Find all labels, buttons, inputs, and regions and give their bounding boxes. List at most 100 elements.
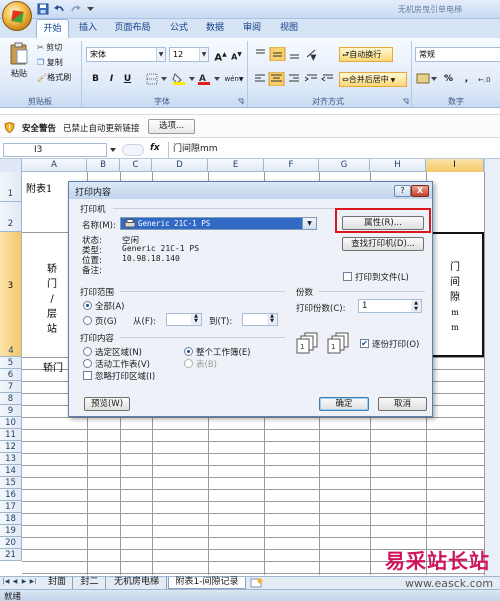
font-color-icon[interactable]: A [197, 72, 221, 85]
row-header-8[interactable]: 8 [0, 393, 22, 405]
redo-icon[interactable] [70, 3, 82, 15]
increase-decimal-icon[interactable]: ←.0 [478, 73, 500, 85]
copies-spinner-icon[interactable]: ▲ ▼ [411, 300, 421, 312]
row-header-7[interactable]: 7 [0, 381, 22, 393]
paste-button[interactable]: 粘贴 [6, 42, 32, 92]
italic-button[interactable]: I [104, 72, 119, 86]
row-header-15[interactable]: 15 [0, 477, 22, 489]
column-header-e[interactable]: E [208, 159, 264, 172]
customize-qat-icon[interactable] [86, 3, 95, 15]
cut-button[interactable]: ✂ 剪切 [37, 42, 62, 53]
prev-sheet-icon[interactable]: ◀ [11, 578, 19, 587]
from-spinner-icon[interactable]: ▲ ▼ [191, 314, 201, 325]
tab-view[interactable]: 视图 [274, 19, 304, 38]
comma-style-button[interactable]: , [459, 72, 474, 86]
percent-style-button[interactable]: % [441, 72, 456, 86]
font-size-combo[interactable]: 12 ▼ [169, 47, 209, 62]
column-header-i[interactable]: I [426, 159, 484, 172]
column-header-h[interactable]: H [370, 159, 426, 172]
undo-icon[interactable] [53, 3, 65, 15]
row-header-3[interactable]: 3 [0, 232, 22, 357]
row-header-4[interactable]: 4 [0, 345, 22, 357]
find-printer-button[interactable]: 查找打印机(D)... [342, 237, 424, 251]
tab-review[interactable]: 审阅 [237, 19, 267, 38]
sheet-tab-cover[interactable]: 封面 [42, 577, 73, 589]
security-options-button[interactable]: 选项... [148, 119, 195, 134]
row-header-6[interactable]: 6 [0, 369, 22, 381]
row-header-2[interactable]: 2 [0, 202, 22, 232]
row-header-20[interactable]: 20 [0, 537, 22, 549]
row-header-1[interactable]: 1 [0, 172, 22, 202]
column-header-d[interactable]: D [152, 159, 208, 172]
column-header-a[interactable]: A [22, 159, 87, 172]
fill-color-icon[interactable] [172, 72, 196, 85]
formula-bar-resize-handle[interactable] [122, 144, 144, 156]
last-sheet-icon[interactable]: ▶| [29, 578, 37, 587]
horizontal-align-icons[interactable] [253, 72, 337, 86]
row-header-11[interactable]: 11 [0, 429, 22, 441]
dialog-launcher-icon[interactable] [237, 98, 244, 105]
table-radio[interactable] [184, 359, 193, 368]
number-format-combo[interactable]: 常规 [415, 47, 500, 62]
row-header-16[interactable]: 16 [0, 489, 22, 501]
select-all-corner[interactable] [0, 159, 22, 172]
insert-sheet-icon[interactable] [250, 578, 264, 588]
bold-button[interactable]: B [88, 72, 103, 86]
column-header-c[interactable]: C [120, 159, 152, 172]
name-box[interactable]: I3 [3, 143, 107, 157]
active-sheet-radio[interactable] [83, 359, 92, 368]
row-header-17[interactable]: 17 [0, 501, 22, 513]
cell-a3[interactable]: 轿 门 / 层 站 [45, 262, 59, 337]
tab-home[interactable]: 开始 [36, 19, 69, 38]
wrap-text-button[interactable]: ⮐自动换行 [339, 47, 393, 62]
vertical-align-icons[interactable]: ▼ [253, 47, 323, 61]
row-header-10[interactable]: 10 [0, 417, 22, 429]
grow-font-button[interactable]: A▲ [213, 47, 228, 63]
cancel-button[interactable]: 取消 [378, 397, 427, 411]
office-button[interactable] [2, 1, 32, 31]
dialog-title-bar[interactable] [69, 182, 432, 199]
cell-a5[interactable]: 轿门 [43, 359, 63, 374]
row-header-14[interactable]: 14 [0, 465, 22, 477]
to-spinner-icon[interactable]: ▲ ▼ [267, 314, 277, 325]
print-to-file-checkbox[interactable] [343, 272, 352, 281]
underline-button[interactable]: U [120, 72, 135, 86]
column-header-f[interactable]: F [264, 159, 319, 172]
help-button[interactable]: ? [394, 185, 411, 197]
insert-function-icon[interactable]: fx [150, 143, 160, 153]
column-header-b[interactable]: B [87, 159, 120, 172]
range-pages-radio[interactable] [83, 316, 92, 325]
tab-formulas[interactable]: 公式 [164, 19, 194, 38]
sheet-tab-gap-record[interactable]: 附表1-间隙记录 [168, 577, 246, 589]
selection-radio[interactable] [83, 347, 92, 356]
borders-icon[interactable] [146, 73, 168, 85]
close-button[interactable]: X [411, 185, 429, 197]
ok-button[interactable]: 确定 [319, 397, 369, 411]
preview-button[interactable]: 预览(W) [84, 397, 130, 411]
row-header-18[interactable]: 18 [0, 513, 22, 525]
collate-checkbox[interactable]: ✔ [360, 339, 369, 348]
formula-input[interactable]: 门间隙mm [168, 142, 500, 158]
row-header-21[interactable]: 21 [0, 549, 22, 561]
sheet-tab-cover2[interactable]: 封二 [74, 577, 106, 589]
vertical-scrollbar[interactable] [484, 159, 500, 576]
sheet-tab-mrl-elevator[interactable]: 无机房电梯 [107, 577, 167, 589]
merge-center-button[interactable]: ⇔合并后居中 ▼ [339, 72, 407, 87]
next-sheet-icon[interactable]: ▶ [20, 578, 28, 587]
format-painter-button[interactable]: 🖌格式刷 [37, 72, 71, 83]
workbook-radio[interactable] [184, 347, 193, 356]
row-header-19[interactable]: 19 [0, 525, 22, 537]
phonetic-button[interactable]: wén▼ [222, 72, 246, 86]
name-box-dropdown-icon[interactable] [109, 146, 117, 154]
column-header-g[interactable]: G [319, 159, 370, 172]
save-icon[interactable] [37, 3, 49, 15]
ignore-print-area-checkbox[interactable] [83, 371, 92, 380]
chevron-down-icon[interactable]: ▼ [302, 218, 316, 229]
row-header-5[interactable]: 5 [0, 357, 22, 369]
row-header-12[interactable]: 12 [0, 441, 22, 453]
shrink-font-button[interactable]: A▼ [229, 47, 244, 62]
dialog-launcher-icon[interactable] [402, 98, 409, 105]
row-header-13[interactable]: 13 [0, 453, 22, 465]
accounting-format-icon[interactable] [416, 72, 438, 85]
tab-data[interactable]: 数据 [200, 19, 230, 38]
